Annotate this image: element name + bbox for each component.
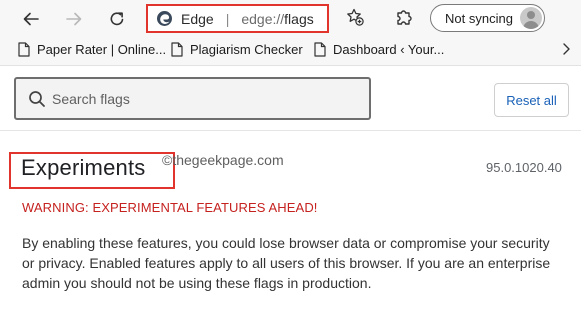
address-url-path: flags <box>284 10 314 27</box>
star-plus-icon <box>345 7 365 32</box>
page-icon <box>171 42 183 57</box>
add-favorite-button[interactable] <box>344 8 366 30</box>
search-input[interactable] <box>52 90 352 107</box>
bookmark-label: Plagiarism Checker <box>190 42 303 57</box>
bookmark-item[interactable]: Plagiarism Checker <box>171 42 303 57</box>
bookmark-item[interactable]: Paper Rater | Online... <box>18 42 166 57</box>
page-title: Experiments <box>21 155 146 180</box>
refresh-icon <box>108 10 126 28</box>
chevron-right-icon <box>561 42 571 59</box>
puzzle-icon <box>394 7 414 32</box>
back-button[interactable] <box>17 5 45 33</box>
edge-logo-icon <box>156 10 173 27</box>
warning-text: WARNING: EXPERIMENTAL FEATURES AHEAD! <box>22 200 318 215</box>
bookmarks-bar: Paper Rater | Online... Plagiarism Check… <box>0 37 581 66</box>
page-icon <box>314 42 326 57</box>
refresh-button[interactable] <box>103 5 131 33</box>
page-icon <box>18 42 30 57</box>
browser-toolbar: Edge | edge://flags Not syncing <box>0 0 581 37</box>
extensions-button[interactable] <box>393 8 415 30</box>
bookmark-label: Dashboard ‹ Your... <box>333 42 445 57</box>
arrow-right-icon <box>65 10 83 28</box>
reset-all-button[interactable]: Reset all <box>494 83 569 117</box>
address-url-prefix: edge:// <box>241 10 285 27</box>
arrow-left-icon <box>22 10 40 28</box>
address-url: edge://flags <box>241 11 313 27</box>
watermark: ©thegeekpage.com <box>162 152 284 168</box>
bookmark-label: Paper Rater | Online... <box>37 42 167 57</box>
profile-status-label: Not syncing <box>445 10 513 26</box>
address-separator: | <box>225 10 230 27</box>
version-label: 95.0.1020.40 <box>486 160 562 175</box>
address-scheme-label: Edge <box>181 10 214 27</box>
profile-button[interactable]: Not syncing <box>430 4 545 32</box>
forward-button[interactable] <box>60 5 88 33</box>
search-box[interactable] <box>14 77 371 120</box>
bookmarks-overflow-button[interactable] <box>561 42 571 59</box>
description-text: By enabling these features, you could lo… <box>22 235 551 291</box>
address-bar[interactable]: Edge | edge://flags <box>146 4 329 33</box>
bookmark-item[interactable]: Dashboard ‹ Your... <box>314 42 444 57</box>
avatar-icon <box>520 7 542 29</box>
search-icon <box>28 90 46 108</box>
